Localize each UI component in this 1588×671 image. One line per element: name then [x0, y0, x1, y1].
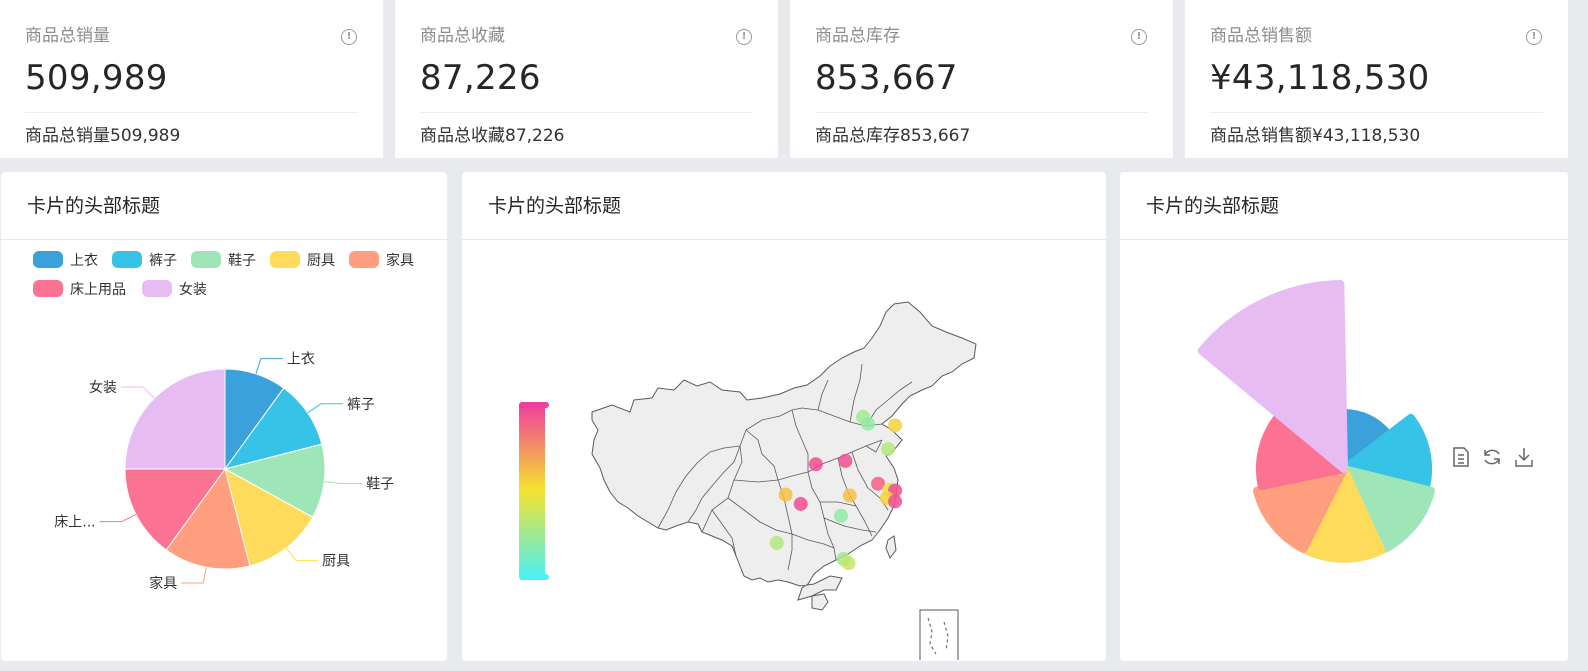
pie-label-line — [181, 567, 207, 584]
china-map-chart — [519, 301, 977, 660]
pie-label-line — [307, 403, 343, 414]
legend-item[interactable]: 上衣 — [33, 251, 98, 269]
legend-label: 家具 — [386, 252, 414, 269]
visual-map-slider[interactable] — [519, 402, 549, 580]
legend-label: 厨具 — [307, 253, 335, 269]
map-point[interactable] — [881, 442, 896, 457]
info-icon[interactable]: ! — [736, 29, 752, 45]
info-icon[interactable]: ! — [1526, 29, 1542, 45]
legend-swatch — [142, 280, 172, 297]
data-view-icon[interactable] — [1453, 447, 1469, 467]
pie-label: 家具 — [149, 575, 177, 592]
stat-footer: 商品总销量509,989 — [25, 126, 181, 146]
stat-card-favorites: 商品总收藏 ! 87,226 商品总收藏87,226 — [395, 0, 778, 158]
legend-item[interactable]: 家具 — [349, 251, 414, 269]
pie-label: 女装 — [89, 379, 117, 396]
pie-label: 上衣 — [287, 352, 315, 368]
taiwan — [885, 535, 897, 560]
pie-label: 厨具 — [322, 554, 350, 570]
stat-title: 商品总销售额 — [1210, 26, 1312, 46]
save-image-icon[interactable] — [1515, 448, 1533, 467]
visual-map-handle-bottom[interactable] — [519, 574, 549, 580]
card-title: 卡片的头部标题 — [462, 172, 1106, 240]
pie-label-line — [285, 547, 319, 562]
legend-item[interactable]: 裤子 — [112, 251, 177, 269]
china-outline — [591, 301, 977, 601]
hainan — [811, 593, 829, 611]
legend-label: 床上用品 — [70, 282, 126, 298]
map-point[interactable] — [808, 457, 823, 472]
divider — [815, 112, 1148, 113]
map-point[interactable] — [838, 453, 853, 468]
stat-footer: 商品总收藏87,226 — [420, 126, 565, 146]
info-icon[interactable]: ! — [341, 29, 357, 45]
pie-label: 鞋子 — [366, 477, 394, 493]
map-point[interactable] — [841, 556, 856, 571]
pie-label: 裤子 — [347, 397, 375, 413]
map-point[interactable] — [842, 488, 857, 503]
stat-value: 87,226 — [420, 58, 541, 98]
divider — [25, 112, 358, 113]
map-point[interactable] — [793, 496, 808, 511]
south-china-sea-inset — [919, 609, 959, 660]
legend-swatch — [191, 251, 221, 268]
legend-swatch — [112, 251, 142, 268]
visual-map-handle-top[interactable] — [519, 402, 549, 408]
legend-label: 上衣 — [70, 253, 98, 269]
legend-item[interactable]: 鞋子 — [191, 251, 256, 269]
stat-footer: 商品总销售额¥43,118,530 — [1210, 126, 1421, 146]
pie-chart: 上衣 裤子 鞋子 厨具 家具床上用品 女装上衣裤子鞋子厨具家具床上...女装 — [33, 251, 414, 592]
legend-item[interactable]: 女装 — [142, 280, 207, 298]
card-title: 卡片的头部标题 — [1120, 172, 1568, 240]
stat-footer: 商品总库存853,667 — [815, 126, 971, 146]
legend-label: 裤子 — [149, 253, 177, 269]
legend-swatch — [349, 251, 379, 268]
map-point[interactable] — [861, 416, 876, 431]
pie-label: 床上... — [54, 515, 95, 531]
map-point[interactable] — [833, 508, 848, 523]
stat-card-sales: 商品总销量 ! 509,989 商品总销量509,989 — [0, 0, 383, 158]
card-map: 卡片的头部标题 — [462, 172, 1106, 661]
stat-card-inventory: 商品总库存 ! 853,667 商品总库存853,667 — [790, 0, 1173, 158]
legend-swatch — [33, 280, 63, 297]
rose-chart — [1197, 280, 1533, 563]
pie-label-line — [120, 386, 155, 399]
legend-item[interactable]: 厨具 — [270, 251, 335, 269]
pie-label-line — [324, 481, 363, 485]
stat-value: 509,989 — [25, 58, 168, 98]
map-point[interactable] — [778, 487, 793, 502]
stat-card-revenue: 商品总销售额 ! ¥43,118,530 商品总销售额¥43,118,530 — [1185, 0, 1568, 158]
stat-value: ¥43,118,530 — [1210, 58, 1430, 98]
stat-title: 商品总库存 — [815, 26, 900, 46]
divider — [1210, 112, 1543, 113]
legend-label: 鞋子 — [228, 253, 256, 269]
legend-label: 女装 — [179, 281, 207, 298]
map-point[interactable] — [888, 494, 903, 509]
china-map — [591, 301, 977, 611]
card-title: 卡片的头部标题 — [1, 172, 447, 240]
legend-swatch — [270, 251, 300, 268]
stat-title: 商品总收藏 — [420, 26, 505, 46]
card-rose: 卡片的头部标题 — [1120, 172, 1568, 661]
divider — [420, 112, 753, 113]
legend-item[interactable]: 床上用品 — [33, 280, 126, 298]
card-pie: 卡片的头部标题 上衣 裤子 鞋子 厨具 家具 床上用品 女装 上衣 裤子 鞋子 厨具 家具 床上... 女… — [1, 172, 447, 661]
pie-label-line — [99, 513, 137, 523]
restore-icon[interactable] — [1484, 449, 1500, 465]
pie-label-line — [255, 358, 283, 375]
map-point[interactable] — [769, 535, 784, 550]
stat-title: 商品总销量 — [25, 26, 110, 46]
legend-swatch — [33, 251, 63, 268]
stat-value: 853,667 — [815, 58, 958, 98]
visual-map-bar — [519, 404, 545, 576]
pie-slice[interactable] — [124, 368, 226, 470]
map-point[interactable] — [888, 418, 903, 433]
info-icon[interactable]: ! — [1131, 29, 1147, 45]
